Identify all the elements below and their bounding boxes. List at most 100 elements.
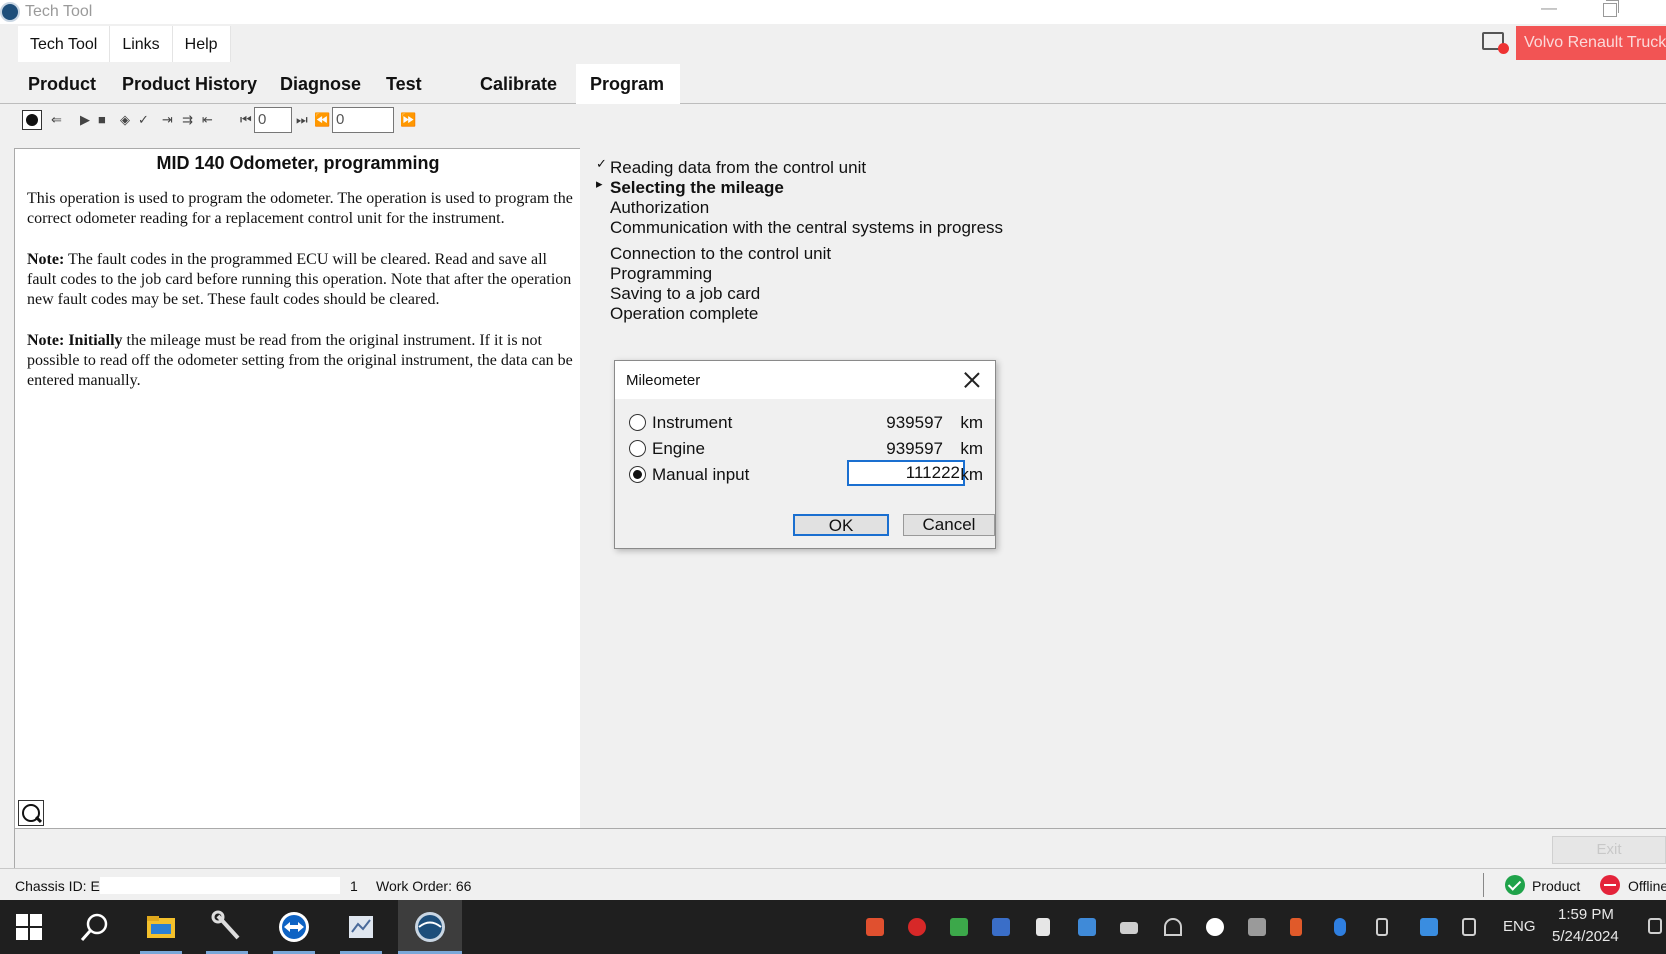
status-offline[interactable]: Offline (1628, 878, 1666, 894)
last-icon[interactable]: ⏭ (296, 112, 308, 128)
check-circle-icon (1505, 875, 1525, 895)
status-product[interactable]: Product (1532, 878, 1580, 894)
step-item: Authorization (610, 198, 710, 217)
toolbar: ⇐ ▶ ■ ◈ ✓ ⇥ ⇉ ⇤ ⏮ 0 ⏭ ⏪ 0 ⏩ (14, 104, 1666, 136)
step-item: Saving to a job card (610, 284, 761, 303)
mileometer-dialog: Mileometer Instrument 939597 km Engine 9… (614, 360, 996, 549)
speaker-tray-icon[interactable] (1290, 918, 1302, 936)
exit-button[interactable]: Exit (1552, 836, 1666, 864)
tab-test[interactable]: Test (372, 64, 436, 104)
back-icon[interactable]: ⇐ (51, 112, 62, 128)
font-tray-icon[interactable] (992, 918, 1010, 936)
document-body: This operation is used to program the od… (27, 189, 575, 412)
app-logo-icon (0, 2, 20, 22)
option-value: 939597 (886, 413, 943, 432)
brave-tray-icon[interactable] (866, 918, 884, 936)
play-icon[interactable]: ▶ (80, 112, 90, 128)
step-into-icon[interactable]: ⇥ (162, 112, 173, 128)
cancel-button[interactable]: Cancel (903, 514, 995, 536)
option-engine[interactable]: Engine 939597 km (629, 437, 983, 461)
document-note: Note: The fault codes in the programmed … (27, 251, 572, 308)
offline-icon (1600, 875, 1620, 895)
network-tray-icon[interactable] (1420, 918, 1438, 936)
wifi-tray-icon[interactable] (1164, 918, 1182, 936)
clock-time[interactable]: 1:59 PM (1558, 906, 1614, 923)
check-icon[interactable]: ✓ (138, 112, 149, 128)
display-tray-icon[interactable] (1078, 918, 1096, 936)
brand-badge[interactable]: Volvo Renault Truck (1516, 26, 1666, 60)
radio-instrument[interactable] (629, 414, 646, 431)
ok-button[interactable]: OK (793, 514, 889, 536)
step-item: Programming (610, 264, 713, 283)
stop-icon[interactable]: ■ (98, 112, 106, 128)
status-separator (1483, 873, 1484, 897)
language-indicator[interactable]: ENG (1503, 918, 1536, 935)
taskbar: ENG 1:59 PM 5/24/2024 (0, 900, 1666, 954)
sync-tray-icon[interactable] (950, 918, 968, 936)
first-icon[interactable]: ⏮ (240, 112, 252, 128)
option-unit: km (960, 465, 983, 484)
option-manual-input[interactable]: Manual input 111222 km (629, 460, 983, 487)
window-title: Tech Tool (25, 3, 93, 20)
option-unit: km (960, 413, 983, 432)
option-label: Engine (652, 439, 705, 458)
restore-button[interactable] (1603, 0, 1619, 17)
option-instrument[interactable]: Instrument 939597 km (629, 411, 983, 435)
step-over-icon[interactable]: ⇉ (182, 112, 193, 128)
chassis-id-label: Chassis ID: E (15, 878, 100, 894)
teamviewer-tray-icon[interactable] (1206, 918, 1224, 936)
teamviewer-icon[interactable] (277, 910, 311, 944)
tab-calibrate[interactable]: Calibrate (466, 64, 571, 104)
wrench-icon[interactable] (210, 910, 244, 944)
view-icon[interactable]: ◈ (120, 112, 130, 128)
clock-date[interactable]: 5/24/2024 (1552, 928, 1619, 945)
mail-tray-icon[interactable] (908, 918, 926, 936)
radio-engine[interactable] (629, 440, 646, 457)
info-icon[interactable] (22, 110, 42, 130)
step-item: Reading data from the control unit (610, 158, 867, 177)
tab-diagnose[interactable]: Diagnose (266, 64, 375, 104)
tab-product[interactable]: Product (14, 64, 110, 104)
counter-input-1[interactable]: 0 (254, 107, 292, 133)
minimize-button[interactable]: — (1541, 0, 1561, 22)
menu-links[interactable]: Links (110, 26, 173, 62)
usb-tray-icon[interactable] (1376, 918, 1388, 936)
counter-input-2[interactable]: 0 (332, 107, 394, 133)
rewind-icon[interactable]: ⏪ (314, 112, 330, 128)
status-bar: Chassis ID: E 1 Work Order: 66 Product O… (0, 868, 1666, 900)
tab-bar: Product Product History Diagnose Test Ca… (0, 62, 1666, 104)
menu-help[interactable]: Help (173, 26, 231, 62)
file-explorer-icon[interactable] (144, 910, 178, 944)
volume-tray-icon[interactable] (1462, 918, 1476, 936)
step-out-icon[interactable]: ⇤ (202, 112, 213, 128)
zoom-icon[interactable] (18, 800, 44, 826)
radio-manual-input[interactable] (629, 466, 646, 483)
notepad-icon[interactable] (344, 910, 378, 944)
windows-start-icon[interactable] (16, 914, 42, 940)
document-paragraph: This operation is used to program the od… (27, 190, 573, 227)
chassis-id-suffix: 1 (350, 878, 358, 894)
fast-forward-icon[interactable]: ⏩ (400, 112, 416, 128)
document-note: Note: Initially the mileage must be read… (27, 332, 573, 389)
notification-icon[interactable] (1482, 32, 1509, 54)
chassis-id-field (100, 877, 340, 894)
step-done-icon: ✓ (596, 156, 607, 171)
step-current-icon: ▸ (596, 176, 603, 191)
manual-mileage-input[interactable]: 111222 (847, 460, 965, 486)
device-tray-icon[interactable] (1248, 918, 1266, 936)
notifications-icon[interactable] (1648, 918, 1662, 934)
stats-tray-icon[interactable] (1036, 918, 1050, 936)
option-unit: km (960, 439, 983, 458)
tech-tool-app-icon[interactable] (413, 910, 447, 944)
search-icon[interactable] (78, 910, 112, 944)
step-item: Connection to the control unit (610, 244, 832, 263)
menu-tech-tool[interactable]: Tech Tool (18, 26, 111, 62)
option-label: Manual input (652, 465, 750, 484)
close-icon[interactable] (963, 371, 981, 389)
tab-program[interactable]: Program (576, 64, 680, 104)
document-title: MID 140 Odometer, programming (156, 153, 440, 173)
tab-product-history[interactable]: Product History (108, 64, 271, 104)
battery-tray-icon[interactable] (1120, 922, 1138, 934)
bluetooth-tray-icon[interactable] (1334, 918, 1346, 936)
step-item: Operation complete (610, 304, 759, 323)
